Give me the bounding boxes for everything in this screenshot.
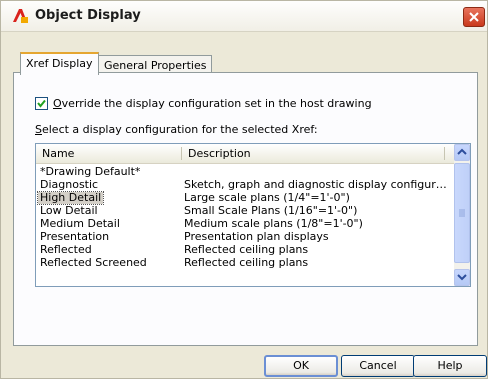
close-icon — [469, 12, 479, 22]
column-divider[interactable] — [444, 147, 445, 160]
select-label-text: elect a display configuration for the se… — [41, 123, 318, 136]
item-name: Presentation — [40, 230, 110, 243]
display-config-list[interactable]: Name Description *Drawing Default* Diagn… — [35, 143, 471, 287]
select-mnemonic: S — [35, 123, 42, 136]
list-item[interactable]: Diagnostic Sketch, graph and diagnostic … — [36, 179, 454, 191]
column-divider[interactable] — [181, 147, 182, 160]
item-description: Small Scale Plans (1/16"=1'-0") — [184, 204, 358, 217]
scroll-up-button[interactable] — [454, 144, 470, 161]
window-title: Object Display — [35, 8, 141, 23]
override-checkbox-row[interactable]: Override the display configuration set i… — [35, 97, 372, 110]
scroll-thumb[interactable] — [454, 163, 470, 263]
help-button[interactable]: Help — [413, 355, 487, 377]
list-item[interactable]: Reflected Reflected ceiling plans — [36, 244, 454, 256]
item-name: *Drawing Default* — [40, 165, 141, 178]
autocad-app-icon — [13, 9, 28, 23]
select-config-label: Select a display configuration for the s… — [35, 123, 318, 136]
override-checkbox[interactable] — [35, 97, 48, 110]
tab-xref-display[interactable]: Xref Display — [20, 52, 99, 75]
item-description: Large scale plans (1/4"=1'-0") — [184, 191, 350, 204]
chevron-down-icon — [457, 274, 467, 281]
vertical-scrollbar[interactable] — [454, 144, 470, 286]
list-item[interactable]: Medium Detail Medium scale plans (1/8"=1… — [36, 218, 454, 230]
item-description: Reflected ceiling plans — [184, 256, 309, 269]
item-description: Sketch, graph and diagnostic display con… — [184, 178, 447, 191]
chevron-up-icon — [457, 148, 467, 155]
item-name: Medium Detail — [40, 217, 120, 230]
override-label: Override the display configuration set i… — [53, 97, 372, 110]
list-item-selected[interactable]: High Detail Large scale plans (1/4"=1'-0… — [36, 191, 454, 205]
item-name: Diagnostic — [40, 178, 99, 191]
item-name: Reflected Screened — [40, 256, 147, 269]
list-header: Name Description — [36, 144, 454, 164]
column-header-name[interactable]: Name — [42, 147, 74, 160]
object-display-dialog: Object Display Xref Display General Prop… — [0, 0, 488, 379]
override-label-text: verride the display configuration set in… — [61, 97, 372, 110]
item-description: Medium scale plans (1/8"=1'-0") — [184, 217, 363, 230]
override-mnemonic: O — [53, 97, 62, 110]
list-item[interactable]: Presentation Presentation plan displays — [36, 231, 454, 243]
list-item[interactable]: Low Detail Small Scale Plans (1/16"=1'-0… — [36, 205, 454, 217]
item-name: High Detail — [36, 191, 105, 205]
item-name: Low Detail — [40, 204, 98, 217]
column-header-description[interactable]: Description — [188, 147, 251, 160]
checkmark-icon — [37, 99, 46, 108]
scroll-down-button[interactable] — [454, 269, 470, 286]
list-item[interactable]: Reflected Screened Reflected ceiling pla… — [36, 257, 454, 269]
item-description: Presentation plan displays — [184, 230, 329, 243]
title-bar[interactable]: Object Display — [1, 1, 487, 32]
list-item[interactable]: *Drawing Default* — [36, 166, 454, 178]
cancel-button[interactable]: Cancel — [341, 355, 415, 377]
ok-button[interactable]: OK — [264, 355, 338, 377]
item-description: Reflected ceiling plans — [184, 243, 309, 256]
grip-icon — [459, 209, 465, 217]
item-name: Reflected — [40, 243, 92, 256]
close-button[interactable] — [463, 7, 485, 27]
